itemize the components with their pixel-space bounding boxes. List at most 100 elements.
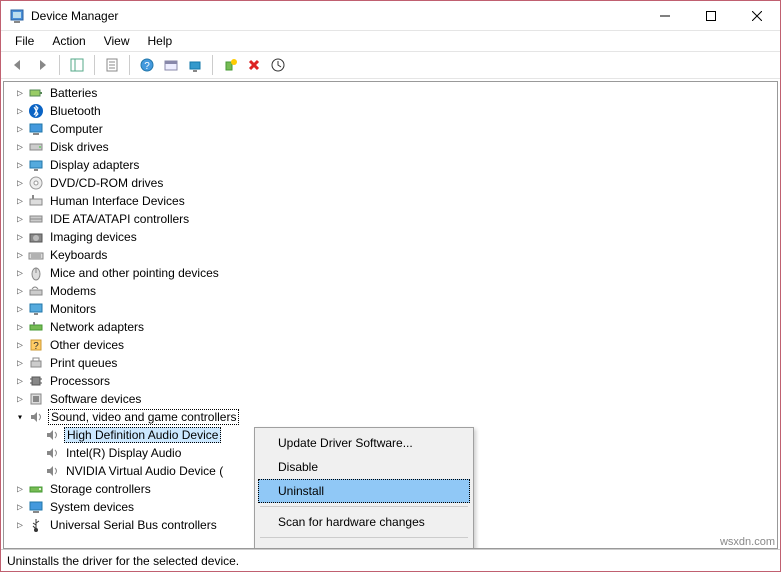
maximize-button[interactable] (688, 1, 734, 31)
tree-item-print-queues[interactable]: ▷Print queues (4, 354, 777, 372)
speaker-icon (44, 445, 60, 461)
tree-item-label: Processors (48, 374, 112, 388)
tree-item-network[interactable]: ▷Network adapters (4, 318, 777, 336)
tree-item-sound[interactable]: ▾ Sound, video and game controllers (4, 408, 777, 426)
tree-item-imaging[interactable]: ▷ Imaging devices (4, 228, 777, 246)
tree-item-label: Sound, video and game controllers (48, 409, 239, 425)
tree-item-label: NVIDIA Virtual Audio Device ( (64, 464, 225, 478)
tree-item-label: Keyboards (48, 248, 109, 262)
forward-button[interactable] (31, 54, 53, 76)
toolbar-separator (129, 55, 130, 75)
chevron-right-icon[interactable]: ▷ (12, 196, 28, 207)
tree-item-modems[interactable]: ▷Modems (4, 282, 777, 300)
chevron-right-icon[interactable]: ▷ (12, 502, 28, 513)
chevron-right-icon[interactable]: ▷ (12, 124, 28, 135)
ctx-scan-hardware[interactable]: Scan for hardware changes (258, 510, 470, 534)
chevron-right-icon[interactable]: ▷ (12, 232, 28, 243)
chevron-right-icon[interactable]: ▷ (12, 340, 28, 351)
toolbar-button-1[interactable] (160, 54, 182, 76)
chevron-right-icon[interactable]: ▷ (12, 250, 28, 261)
tree-item-label: Bluetooth (48, 104, 103, 118)
tree-item-label: DVD/CD-ROM drives (48, 176, 165, 190)
tree-item-hid[interactable]: ▷Human Interface Devices (4, 192, 777, 210)
ctx-disable[interactable]: Disable (258, 455, 470, 479)
tree-item-label: Storage controllers (48, 482, 153, 496)
tree-item-label: Mice and other pointing devices (48, 266, 221, 280)
computer-icon (28, 121, 44, 137)
speaker-icon (28, 409, 44, 425)
minimize-button[interactable] (642, 1, 688, 31)
ctx-update-driver[interactable]: Update Driver Software... (258, 431, 470, 455)
app-icon (9, 8, 25, 24)
chevron-right-icon[interactable]: ▷ (12, 160, 28, 171)
help-button[interactable]: ? (136, 54, 158, 76)
tree-item-label: Computer (48, 122, 105, 136)
toolbar-separator (59, 55, 60, 75)
ctx-separator (260, 537, 468, 538)
tree-item-ide[interactable]: ▷IDE ATA/ATAPI controllers (4, 210, 777, 228)
tree-item-batteries[interactable]: ▷Batteries (4, 84, 777, 102)
device-tree-area[interactable]: ▷Batteries ▷ Bluetooth ▷ Computer ▷Disk dr… (3, 81, 778, 549)
ctx-separator (260, 506, 468, 507)
uninstall-button[interactable] (243, 54, 265, 76)
chevron-right-icon[interactable]: ▷ (12, 376, 28, 387)
close-button[interactable] (734, 1, 780, 31)
properties-button[interactable] (101, 54, 123, 76)
tree-item-dvd-cd[interactable]: ▷ DVD/CD-ROM drives (4, 174, 777, 192)
chevron-right-icon[interactable]: ▷ (12, 304, 28, 315)
tree-item-mice[interactable]: ▷ Mice and other pointing devices (4, 264, 777, 282)
tree-item-other[interactable]: ▷? Other devices (4, 336, 777, 354)
add-legacy-hardware-button[interactable] (219, 54, 241, 76)
toolbar-separator (212, 55, 213, 75)
tree-item-computer[interactable]: ▷ Computer (4, 120, 777, 138)
chevron-right-icon[interactable]: ▷ (12, 394, 28, 405)
show-hide-console-tree-button[interactable] (66, 54, 88, 76)
tree-item-software-devices[interactable]: ▷Software devices (4, 390, 777, 408)
ctx-uninstall[interactable]: Uninstall (258, 479, 470, 503)
svg-text:?: ? (33, 341, 39, 352)
tree-item-bluetooth[interactable]: ▷ Bluetooth (4, 102, 777, 120)
chevron-right-icon[interactable]: ▷ (12, 88, 28, 99)
other-device-icon: ? (28, 337, 44, 353)
chevron-down-icon[interactable]: ▾ (12, 412, 28, 423)
menu-file[interactable]: File (7, 32, 42, 50)
tree-item-label: Universal Serial Bus controllers (48, 518, 219, 532)
menu-help[interactable]: Help (140, 32, 181, 50)
watermark: wsxdn.com (720, 536, 775, 548)
chevron-right-icon[interactable]: ▷ (12, 322, 28, 333)
chevron-right-icon[interactable]: ▷ (12, 520, 28, 531)
update-driver-button[interactable] (267, 54, 289, 76)
tree-item-label: Other devices (48, 338, 126, 352)
chevron-right-icon[interactable]: ▷ (12, 178, 28, 189)
menu-action[interactable]: Action (44, 32, 93, 50)
back-button[interactable] (7, 54, 29, 76)
keyboard-icon (28, 247, 44, 263)
tree-item-label: Imaging devices (48, 230, 139, 244)
tree-item-display-adapters[interactable]: ▷Display adapters (4, 156, 777, 174)
chevron-right-icon[interactable]: ▷ (12, 358, 28, 369)
toolbar-separator (94, 55, 95, 75)
chevron-right-icon[interactable]: ▷ (12, 214, 28, 225)
chevron-right-icon[interactable]: ▷ (12, 268, 28, 279)
monitor-icon (28, 301, 44, 317)
usb-icon (28, 517, 44, 533)
display-adapter-icon (28, 157, 44, 173)
disk-icon (28, 139, 44, 155)
tree-item-monitors[interactable]: ▷Monitors (4, 300, 777, 318)
menu-view[interactable]: View (96, 32, 138, 50)
statusbar: Uninstalls the driver for the selected d… (1, 549, 780, 571)
tree-item-keyboards[interactable]: ▷ Keyboards (4, 246, 777, 264)
tree-item-processors[interactable]: ▷ Processors (4, 372, 777, 390)
chevron-right-icon[interactable]: ▷ (12, 286, 28, 297)
speaker-icon (44, 463, 60, 479)
scan-hardware-button[interactable] (184, 54, 206, 76)
tree-item-label: Intel(R) Display Audio (64, 446, 183, 460)
bluetooth-icon (28, 103, 44, 119)
chevron-right-icon[interactable]: ▷ (12, 484, 28, 495)
tree-item-disk-drives[interactable]: ▷Disk drives (4, 138, 777, 156)
chevron-right-icon[interactable]: ▷ (12, 142, 28, 153)
battery-icon (28, 85, 44, 101)
chevron-right-icon[interactable]: ▷ (12, 106, 28, 117)
ctx-properties[interactable]: Properties (258, 541, 470, 549)
modem-icon (28, 283, 44, 299)
